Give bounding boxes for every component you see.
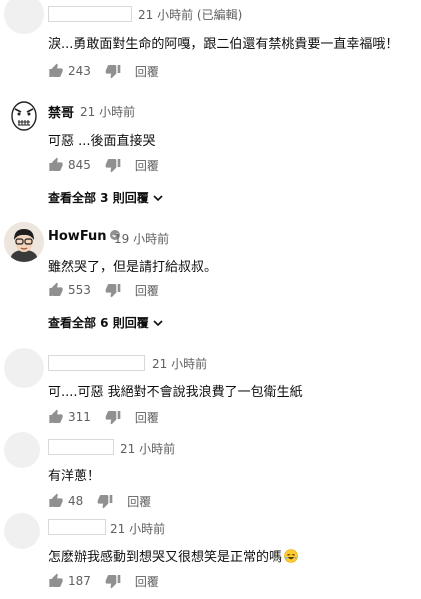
reply-button[interactable]: 回覆 bbox=[135, 409, 159, 426]
like-count: 243 bbox=[68, 64, 91, 78]
view-replies-button[interactable]: 查看全部 3 則回覆 bbox=[48, 189, 163, 206]
avatar[interactable] bbox=[4, 222, 44, 262]
comment-actions: 187 回覆 bbox=[48, 572, 159, 590]
comment-actions: 553 回覆 bbox=[48, 281, 159, 299]
thumbs-up-icon[interactable] bbox=[48, 573, 64, 589]
comment-text: 怎麽辦我感動到想哭又很想笑是正常的嗎 bbox=[48, 550, 283, 565]
chevron-down-icon bbox=[153, 193, 163, 203]
reply-button[interactable]: 回覆 bbox=[135, 157, 159, 174]
like-count: 187 bbox=[68, 574, 91, 588]
view-replies-label: 查看全部 3 則回覆 bbox=[48, 191, 149, 205]
thumbs-down-icon[interactable] bbox=[105, 63, 121, 79]
author-name-label: HowFun bbox=[48, 229, 107, 244]
comment-time[interactable]: 21 小時前 bbox=[152, 355, 207, 372]
comment-text: 淚...勇敢面對生命的阿嘎，跟二伯還有禁桃貴要一直幸福哦！ bbox=[48, 37, 399, 52]
reply-button[interactable]: 回覆 bbox=[135, 573, 159, 590]
comment-text: 可....可惡 我絕對不會說我浪費了一包衛生紙 bbox=[48, 385, 303, 400]
reply-button[interactable]: 回覆 bbox=[127, 493, 151, 510]
thumbs-down-icon[interactable] bbox=[105, 157, 121, 173]
author-name[interactable]: 禁哥 bbox=[48, 102, 74, 121]
comment-time[interactable]: 21 小時前 bbox=[110, 520, 165, 537]
comment-time[interactable]: 19 小時前 bbox=[114, 230, 169, 247]
like-count: 48 bbox=[68, 494, 84, 508]
view-replies-label: 查看全部 6 則回覆 bbox=[48, 316, 149, 330]
comment-text: 雖然哭了，但是請打給叔叔。 bbox=[48, 260, 218, 275]
thumbs-up-icon[interactable] bbox=[48, 493, 64, 509]
view-replies-button[interactable]: 查看全部 6 則回覆 bbox=[48, 314, 163, 331]
like-count: 845 bbox=[68, 158, 91, 172]
thumbs-up-icon[interactable] bbox=[48, 282, 64, 298]
comment-text-row: 怎麽辦我感動到想哭又很想笑是正常的嗎 bbox=[48, 546, 298, 565]
avatar[interactable] bbox=[4, 348, 44, 388]
avatar[interactable] bbox=[4, 513, 40, 549]
redacted-author-name bbox=[48, 439, 114, 455]
thumbs-down-icon[interactable] bbox=[105, 573, 121, 589]
comment-time[interactable]: 21 小時前 (已編輯) bbox=[138, 6, 242, 23]
redacted-author-name bbox=[48, 355, 145, 371]
comment-text: 可惡 ...後面直接哭 bbox=[48, 134, 156, 149]
person-avatar-icon bbox=[4, 222, 44, 262]
like-count: 553 bbox=[68, 283, 91, 297]
comment-time[interactable]: 21 小時前 bbox=[120, 440, 175, 457]
thumbs-down-icon[interactable] bbox=[105, 409, 121, 425]
redacted-author-name bbox=[48, 6, 132, 22]
comment-actions: 311 回覆 bbox=[48, 408, 159, 426]
comment-actions: 48 回覆 bbox=[48, 492, 151, 510]
thumbs-down-icon[interactable] bbox=[105, 282, 121, 298]
thumbs-up-icon[interactable] bbox=[48, 63, 64, 79]
reply-button[interactable]: 回覆 bbox=[135, 63, 159, 80]
avatar[interactable] bbox=[4, 96, 44, 136]
chevron-down-icon bbox=[153, 318, 163, 328]
laughing-emoji-icon bbox=[284, 549, 298, 563]
avatar[interactable] bbox=[4, 432, 40, 468]
avatar[interactable] bbox=[4, 0, 44, 34]
redacted-author-name bbox=[48, 519, 106, 535]
rage-face-avatar-icon bbox=[4, 96, 44, 136]
thumbs-down-icon[interactable] bbox=[97, 493, 113, 509]
like-count: 311 bbox=[68, 410, 91, 424]
thumbs-up-icon[interactable] bbox=[48, 409, 64, 425]
reply-button[interactable]: 回覆 bbox=[135, 282, 159, 299]
comment-time[interactable]: 21 小時前 bbox=[80, 103, 135, 120]
comment-text: 有洋蔥！ bbox=[48, 469, 101, 484]
comment-actions: 243 回覆 bbox=[48, 62, 159, 80]
thumbs-up-icon[interactable] bbox=[48, 157, 64, 173]
author-name[interactable]: HowFun bbox=[48, 229, 120, 244]
comment-actions: 845 回覆 bbox=[48, 156, 159, 174]
